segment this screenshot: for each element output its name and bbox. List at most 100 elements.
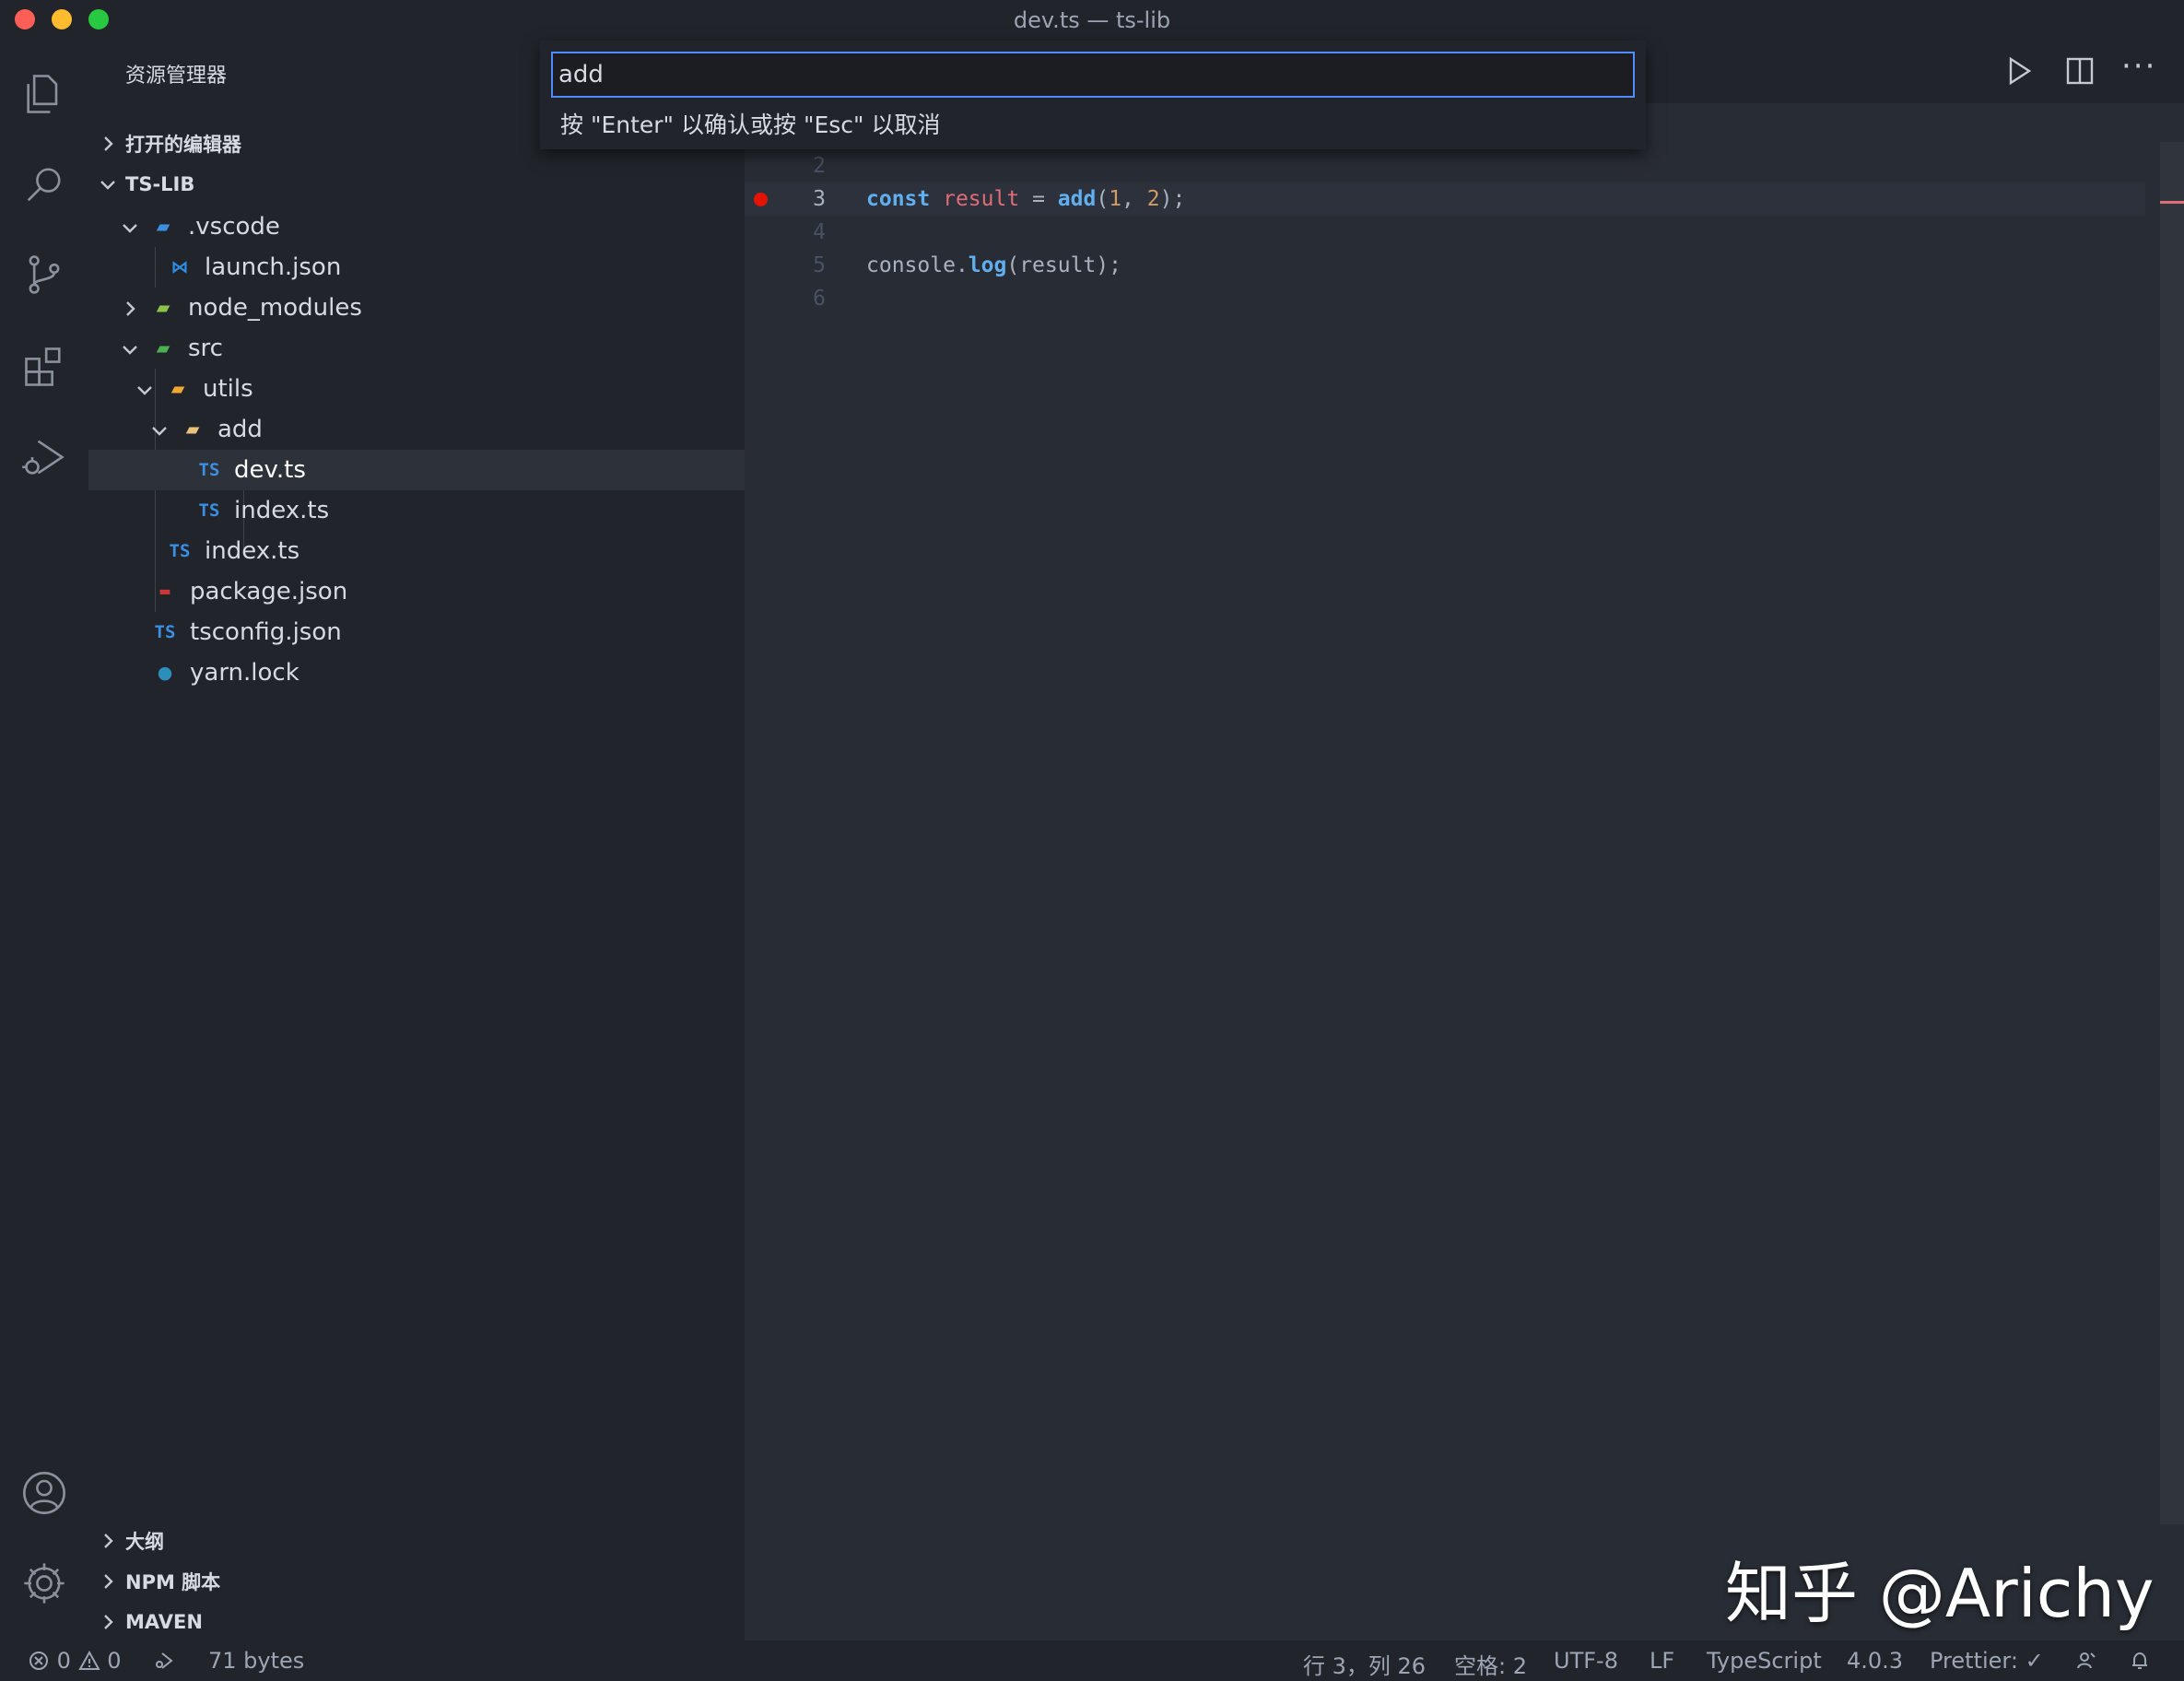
tree-item-label: tsconfig.json bbox=[190, 618, 342, 646]
rename-input[interactable] bbox=[551, 52, 1635, 98]
account-icon[interactable] bbox=[17, 1465, 72, 1521]
chevron-right-icon bbox=[98, 1531, 118, 1551]
yarn-icon: ● bbox=[157, 663, 173, 683]
tree-item-add-folder[interactable]: ▰ add bbox=[88, 409, 745, 450]
cursor-position-status[interactable]: 行 3，列 26 bbox=[1303, 1648, 1426, 1680]
tree-item-yarn-lock[interactable]: ● yarn.lock bbox=[88, 652, 745, 693]
code-editor[interactable]: 1 import add from "./"; 2 3 const result… bbox=[745, 103, 2184, 1640]
code-line-3: 3 const result = add(1, 2); bbox=[745, 182, 2145, 216]
tree-item-label: node_modules bbox=[188, 294, 362, 322]
npm-icon: ▬ bbox=[159, 584, 171, 599]
window-title: dev.ts — ts-lib bbox=[1013, 7, 1171, 33]
error-count: 0 bbox=[56, 1648, 71, 1674]
tsconfig-file-icon: TS bbox=[154, 622, 176, 642]
search-icon[interactable] bbox=[17, 157, 72, 212]
src-folder-icon: ▰ bbox=[156, 338, 170, 359]
editor-scrollbar[interactable] bbox=[2160, 142, 2184, 1524]
ts-lib-root-section[interactable]: TS-LIB bbox=[88, 164, 745, 205]
chevron-down-icon bbox=[98, 174, 118, 194]
source-control-icon[interactable] bbox=[17, 247, 72, 302]
typescript-file-icon: TS bbox=[198, 500, 220, 521]
code-line-2: 2 bbox=[745, 149, 2145, 182]
vscode-window: dev.ts — ts-lib 资源管理器 打开的编辑器 TS-LIB ▰ .v… bbox=[0, 0, 2184, 1681]
typescript-version-status[interactable]: 4.0.3 bbox=[1847, 1648, 1903, 1674]
tree-item-label: src bbox=[188, 335, 223, 362]
tree-item-label: .vscode bbox=[188, 213, 280, 241]
chevron-right-icon bbox=[98, 134, 118, 154]
chevron-down-icon bbox=[135, 379, 155, 399]
extensions-icon[interactable] bbox=[17, 339, 72, 394]
prettier-status[interactable]: Prettier: ✓ bbox=[1930, 1648, 2044, 1674]
title-bar: dev.ts — ts-lib bbox=[0, 0, 2184, 39]
maven-section[interactable]: MAVEN bbox=[88, 1602, 745, 1642]
tree-item-label: package.json bbox=[190, 578, 348, 605]
outline-label: 大纲 bbox=[125, 1531, 164, 1553]
tree-item-src-folder[interactable]: ▰ src bbox=[88, 328, 745, 369]
tree-item-launch-json[interactable]: ⋈ launch.json bbox=[88, 247, 745, 288]
warning-icon bbox=[77, 1650, 100, 1670]
tree-item-utils-index-ts[interactable]: TS index.ts bbox=[88, 531, 745, 571]
line-number: 2 bbox=[813, 154, 826, 178]
error-icon bbox=[29, 1652, 48, 1670]
tree-item-node-modules-folder[interactable]: ▰ node_modules bbox=[88, 288, 745, 328]
chevron-right-icon bbox=[98, 1571, 118, 1592]
eol-status[interactable]: LF bbox=[1650, 1648, 1674, 1674]
split-editor-icon[interactable] bbox=[2062, 53, 2097, 88]
tree-item-label: add bbox=[217, 416, 263, 443]
typescript-file-icon: TS bbox=[169, 541, 191, 561]
language-mode-status[interactable]: TypeScript bbox=[1707, 1648, 1822, 1674]
tree-item-utils-folder[interactable]: ▰ utils bbox=[88, 369, 745, 409]
editor-area: ··· 1 import add from "./"; 2 3 const re… bbox=[745, 39, 2184, 1640]
vscode-folder-icon: ▰ bbox=[156, 217, 170, 237]
tree-item-add-index-ts[interactable]: TS index.ts bbox=[88, 490, 745, 531]
file-tree: 资源管理器 打开的编辑器 TS-LIB ▰ .vscode ⋈ launch.j… bbox=[88, 39, 745, 1521]
tree-item-label: dev.ts bbox=[234, 456, 306, 484]
utils-folder-icon: ▰ bbox=[170, 379, 185, 399]
tree-item-tsconfig-json[interactable]: TS tsconfig.json bbox=[88, 612, 745, 652]
chevron-right-icon bbox=[98, 1612, 118, 1632]
chevron-down-icon bbox=[120, 217, 140, 237]
indentation-status[interactable]: 空格: 2 bbox=[1454, 1648, 1527, 1680]
tree-item-vscode-folder[interactable]: ▰ .vscode bbox=[88, 206, 745, 247]
tree-item-label: launch.json bbox=[205, 253, 342, 281]
tree-item-package-json[interactable]: ▬ package.json bbox=[88, 571, 745, 612]
breakpoint-icon[interactable] bbox=[754, 193, 768, 206]
scrollbar-marker bbox=[2160, 201, 2184, 204]
line-number: 4 bbox=[813, 220, 826, 244]
more-actions-button[interactable]: ··· bbox=[2121, 48, 2156, 85]
quick-input-hint: 按 "Enter" 以确认或按 "Esc" 以取消 bbox=[560, 112, 941, 138]
tree-item-label: yarn.lock bbox=[190, 659, 299, 687]
quick-input-widget: 按 "Enter" 以确认或按 "Esc" 以取消 bbox=[540, 41, 1646, 149]
explorer-icon[interactable] bbox=[17, 66, 72, 122]
debug-status-icon[interactable] bbox=[153, 1648, 175, 1674]
outline-section[interactable]: 大纲 bbox=[88, 1521, 745, 1561]
encoding-status[interactable]: UTF-8 bbox=[1554, 1648, 1618, 1674]
problems-status[interactable]: 0 0 bbox=[28, 1648, 121, 1674]
open-editors-label: 打开的编辑器 bbox=[125, 134, 241, 156]
run-icon[interactable] bbox=[2002, 53, 2037, 88]
line-number: 5 bbox=[813, 253, 826, 277]
warning-count: 0 bbox=[107, 1648, 122, 1674]
chevron-down-icon bbox=[149, 419, 170, 440]
line-number: 6 bbox=[813, 287, 826, 311]
notifications-bell-icon[interactable] bbox=[2129, 1648, 2151, 1674]
maven-label: MAVEN bbox=[125, 1611, 203, 1633]
npm-scripts-section[interactable]: NPM 脚本 bbox=[88, 1561, 745, 1602]
chevron-right-icon bbox=[120, 298, 140, 318]
npm-scripts-label: NPM 脚本 bbox=[125, 1571, 221, 1593]
root-folder-label: TS-LIB bbox=[125, 173, 195, 195]
tree-item-dev-ts[interactable]: TS dev.ts bbox=[88, 450, 745, 490]
run-debug-icon[interactable] bbox=[17, 429, 72, 485]
line-number: 3 bbox=[813, 187, 826, 211]
status-bar: 0 0 71 bytes 行 3，列 26 空格: 2 UTF-8 LF Typ… bbox=[0, 1640, 2184, 1681]
code-line-4: 4 bbox=[745, 216, 2145, 249]
folder-open-icon: ▰ bbox=[185, 419, 200, 440]
chevron-down-icon bbox=[120, 338, 140, 359]
typescript-file-icon: TS bbox=[198, 460, 220, 480]
feedback-icon[interactable] bbox=[2075, 1648, 2097, 1674]
gear-icon[interactable] bbox=[17, 1556, 72, 1611]
activity-bar bbox=[0, 39, 88, 1640]
explorer-title: 资源管理器 bbox=[125, 65, 228, 88]
tree-item-label: utils bbox=[203, 375, 253, 403]
file-size-status: 71 bytes bbox=[208, 1648, 305, 1674]
